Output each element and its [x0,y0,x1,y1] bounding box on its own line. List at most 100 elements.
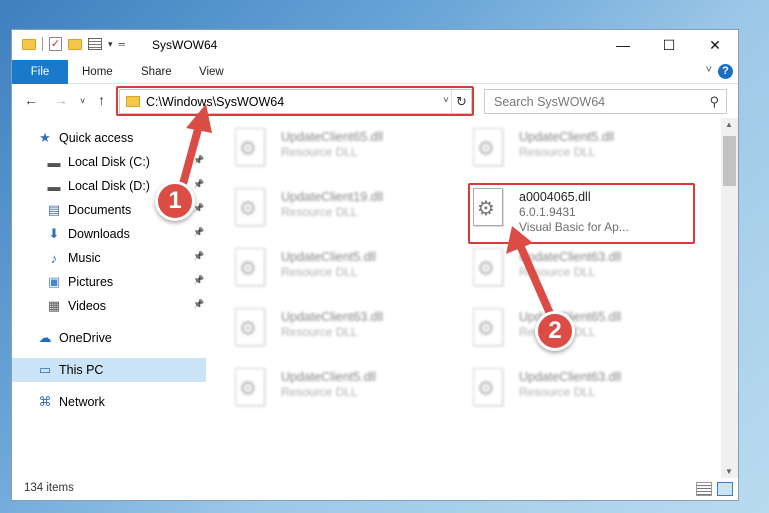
dll-file-icon: ⚙ [473,308,503,346]
maximize-button[interactable]: ☐ [646,30,692,60]
pin-icon[interactable]: 📌 [193,227,204,238]
search-icon[interactable]: ⚲ [709,94,719,110]
dll-file-icon: ⚙ [235,188,265,226]
file-item[interactable]: ⚙ UpdateClient5.dll Resource DLL [217,242,452,296]
music-icon: ♪ [50,250,58,266]
sidebar-item-label: This PC [59,363,104,377]
sidebar-item-label: Music [68,251,101,265]
close-button[interactable]: ✕ [692,30,738,60]
tab-share[interactable]: Share [141,60,172,84]
tab-home[interactable]: Home [82,60,113,84]
pin-icon[interactable]: 📌 [193,275,204,286]
folder-icon [22,38,36,50]
file-name: UpdateClient5.dll [281,250,377,264]
back-arrow-icon[interactable]: ← [24,92,38,108]
dll-file-icon: ⚙ [235,308,265,346]
gear-icon: ⚙ [239,318,257,340]
drive-icon: ▬ [47,154,61,170]
properties-check-icon[interactable]: ✓ [49,37,62,51]
sidebar-item-label: Downloads [68,227,130,241]
scroll-up-icon[interactable]: ▲ [725,120,733,129]
sidebar-item-local-disk-c[interactable]: ▬ Local Disk (C:) 📌 [12,150,206,174]
toolbar-divider [42,37,43,51]
toolbar-expand-icon[interactable]: ═ [119,39,125,49]
gear-icon: ⚙ [239,198,257,220]
up-arrow-icon[interactable]: ↑ [98,92,105,108]
pin-icon[interactable]: 📌 [193,299,204,310]
sidebar-item-music[interactable]: ♪ Music 📌 [12,246,206,270]
file-list: ⚙ UpdateClient65.dll Resource DLL ⚙ UpdateCl… [217,120,722,470]
navigation-row: ← → ˅ ↑ C:\Windows\SysWOW64 ˅ ↻ Search S… [12,86,738,116]
file-name: UpdateClient63.dll [519,250,622,264]
new-folder-icon[interactable] [68,38,82,50]
file-item[interactable]: ⚙ UpdateClient5.dll Resource DLL [455,122,690,176]
properties-icon[interactable] [88,38,102,50]
sidebar-item-label: Local Disk (D:) [68,179,150,193]
details-view-icon[interactable] [696,482,712,496]
pin-icon[interactable]: 📌 [193,251,204,262]
file-item[interactable]: ⚙ UpdateClient63.dll Resource DLL [217,302,452,356]
file-name: UpdateClient65.dll [281,130,384,144]
gear-icon: ⚙ [477,318,495,340]
recent-locations-chevron-icon[interactable]: ˅ [80,96,85,106]
file-name: UpdateClient5.dll [519,130,615,144]
download-icon: ⬇ [48,226,60,241]
pin-icon[interactable]: 📌 [193,179,204,190]
forward-arrow-icon[interactable]: → [54,92,68,108]
dll-file-icon: ⚙ [235,128,265,166]
expand-ribbon-chevron-icon[interactable]: ˅ [706,64,712,76]
file-name: UpdateClient63.dll [281,310,384,324]
sidebar-item-network[interactable]: ⌘ Network [12,390,206,414]
step-2-badge: 2 [535,311,575,351]
sidebar-item-quick-access[interactable]: ★ Quick access [12,126,206,150]
sidebar-item-downloads[interactable]: ⬇ Downloads 📌 [12,222,206,246]
large-icons-view-icon[interactable] [717,482,733,496]
status-bar: 134 items [12,478,738,500]
file-highlight-box [468,183,695,244]
minimize-button[interactable]: — [600,30,646,60]
tab-view[interactable]: View [199,60,224,84]
sidebar-item-label: Documents [68,203,132,217]
file-item[interactable]: ⚙ UpdateClient63.dll Resource DLL [455,242,690,296]
vertical-scrollbar[interactable]: ▲ ▼ [721,118,738,478]
scroll-down-icon[interactable]: ▼ [725,467,733,476]
dll-file-icon: ⚙ [235,248,265,286]
window-title: SysWOW64 [152,38,218,52]
tab-file[interactable]: File [12,60,68,84]
pin-icon[interactable]: 📌 [193,155,204,166]
dll-file-icon: ⚙ [473,128,503,166]
sidebar-item-label: Quick access [59,131,134,145]
document-icon: ▤ [47,202,61,217]
address-highlight-box [116,86,474,116]
file-item[interactable]: ⚙ UpdateClient63.dll Resource DLL [455,362,690,416]
customize-toolbar-chevron-icon[interactable]: ▾ [108,39,113,50]
dll-file-icon: ⚙ [473,248,503,286]
file-item[interactable]: ⚙ UpdateClient19.dll Resource DLL [217,182,452,236]
sidebar-item-label: Pictures [68,275,114,289]
file-detail: Resource DLL [519,265,596,279]
scrollbar-thumb[interactable] [723,136,736,186]
sidebar-item-this-pc[interactable]: ▭ This PC [12,358,206,382]
sidebar-item-videos[interactable]: ▦ Videos 📌 [12,294,206,318]
search-input[interactable]: Search SysWOW64 [494,95,605,109]
item-count: 134 items [24,482,74,494]
pin-icon[interactable]: 📌 [193,203,204,214]
gear-icon: ⚙ [477,378,495,400]
file-detail: Resource DLL [281,385,358,399]
ribbon-tabs: File Home Share View ˅ ? [12,60,738,84]
picture-icon: ▣ [47,274,61,289]
file-item[interactable]: ⚙ UpdateClient5.dll Resource DLL [217,362,452,416]
sidebar-item-pictures[interactable]: ▣ Pictures 📌 [12,270,206,294]
file-detail: Resource DLL [281,325,358,339]
step-1-badge: 1 [155,181,195,221]
gear-icon: ⚙ [477,138,495,160]
drive-icon: ▬ [47,178,61,194]
gear-icon: ⚙ [477,258,495,280]
sidebar-item-onedrive[interactable]: ☁ OneDrive [12,326,206,350]
sidebar-item-label: Videos [68,299,106,313]
help-icon[interactable]: ? [718,64,733,79]
file-item[interactable]: ⚙ UpdateClient65.dllResource DLL [217,122,452,176]
quick-access-toolbar: ✓ ▾ ═ [22,37,125,51]
file-detail: Resource DLL [281,205,358,219]
search-box[interactable]: Search SysWOW64 ⚲ [484,89,727,114]
